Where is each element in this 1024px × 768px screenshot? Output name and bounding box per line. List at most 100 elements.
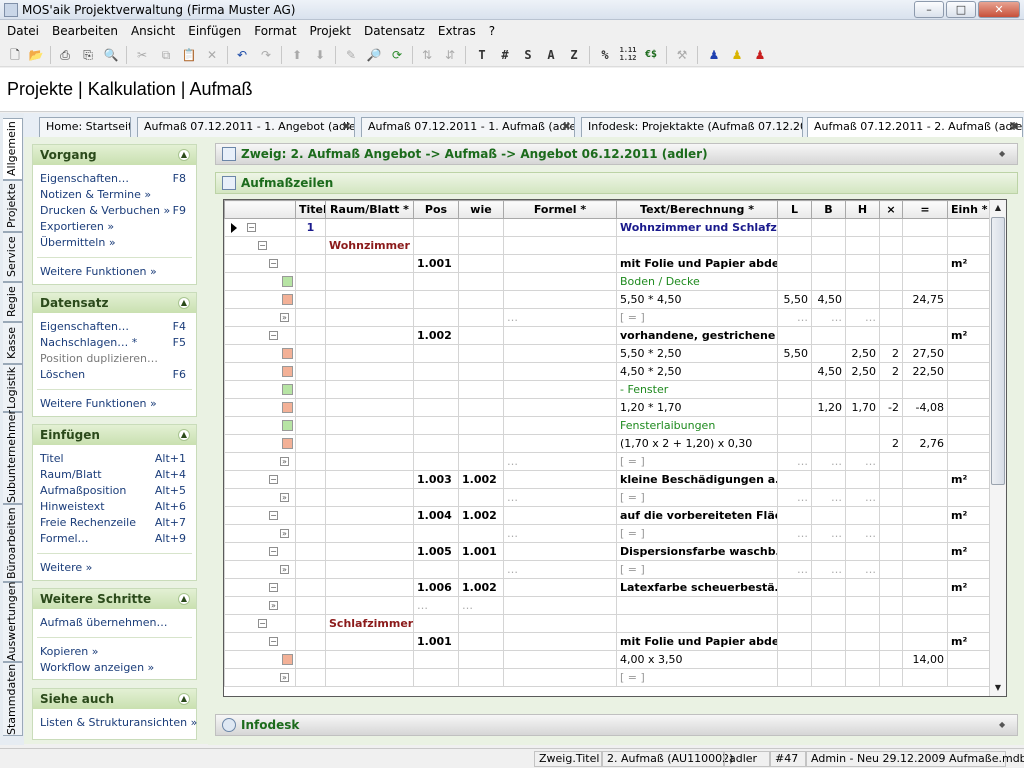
- cell-l[interactable]: [777, 218, 812, 237]
- cell-eq[interactable]: [902, 668, 948, 687]
- cell-pos[interactable]: [413, 488, 459, 507]
- sum-node-icon[interactable]: »: [280, 529, 289, 538]
- cell-h[interactable]: [845, 668, 880, 687]
- panel-header[interactable]: Siehe auch ▲: [33, 689, 196, 709]
- cell-wie[interactable]: [458, 650, 504, 669]
- cell-h[interactable]: [845, 416, 880, 435]
- cell-l[interactable]: 5,50: [777, 290, 812, 309]
- cell-wie[interactable]: [458, 560, 504, 579]
- cell-b[interactable]: [811, 470, 846, 489]
- cell-raum[interactable]: [325, 398, 414, 417]
- cell-l[interactable]: [777, 236, 812, 255]
- cell-pos[interactable]: [413, 614, 459, 633]
- tree-cell[interactable]: −: [224, 632, 296, 651]
- user-red-icon[interactable]: ♟: [751, 46, 769, 64]
- cell-b[interactable]: …: [811, 308, 846, 327]
- cell-h[interactable]: [845, 326, 880, 345]
- cell-titel[interactable]: [295, 272, 326, 291]
- menu-bearbeiten[interactable]: Bearbeiten: [45, 21, 124, 38]
- link-eigenschaften[interactable]: Eigenschaften… F8: [33, 171, 196, 187]
- cell-l[interactable]: [777, 434, 812, 453]
- cell-pos[interactable]: [413, 434, 459, 453]
- undo-icon[interactable]: ↶: [233, 46, 251, 64]
- collapse-node-icon[interactable]: −: [258, 619, 267, 628]
- cell-eq[interactable]: [902, 596, 948, 615]
- cell-formel[interactable]: [503, 398, 617, 417]
- column-header-wie[interactable]: wie: [458, 200, 504, 219]
- tab-bueroarbeiten[interactable]: Büroarbeiten: [3, 504, 23, 582]
- link-aufmass-uebernehmen[interactable]: Aufmaß übernehmen…: [33, 615, 196, 631]
- cell-x[interactable]: [879, 506, 903, 525]
- collapse-node-icon[interactable]: −: [269, 547, 278, 556]
- cell-b[interactable]: [811, 596, 846, 615]
- cell-eq[interactable]: 22,50: [902, 362, 948, 381]
- cell-h[interactable]: …: [845, 308, 880, 327]
- menu-ansicht[interactable]: Ansicht: [124, 21, 181, 38]
- cell-b[interactable]: [811, 632, 846, 651]
- menu-datensatz[interactable]: Datensatz: [357, 21, 431, 38]
- cell-titel[interactable]: 1: [295, 218, 326, 237]
- cell-einh[interactable]: [947, 596, 991, 615]
- cell-formel[interactable]: [503, 416, 617, 435]
- tree-cell[interactable]: »: [224, 560, 296, 579]
- cell-raum[interactable]: [325, 542, 414, 561]
- cell-raum[interactable]: [325, 578, 414, 597]
- cell-formel[interactable]: …: [503, 452, 617, 471]
- cell-b[interactable]: …: [811, 488, 846, 507]
- cell-einh[interactable]: [947, 218, 991, 237]
- tree-cell[interactable]: −: [224, 506, 296, 525]
- cell-formel[interactable]: …: [503, 524, 617, 543]
- cell-einh[interactable]: [947, 344, 991, 363]
- insert-title-button[interactable]: T: [473, 46, 491, 64]
- cell-einh[interactable]: [947, 416, 991, 435]
- cell-l[interactable]: [777, 470, 812, 489]
- cell-wie[interactable]: [458, 632, 504, 651]
- cell-titel[interactable]: [295, 254, 326, 273]
- link-eigenschaften[interactable]: Eigenschaften… F4: [33, 319, 196, 335]
- cell-x[interactable]: [879, 380, 903, 399]
- user-blue-icon[interactable]: ♟: [705, 46, 723, 64]
- tab-kasse[interactable]: Kasse: [3, 322, 23, 364]
- cell-wie[interactable]: [458, 452, 504, 471]
- tree-cell[interactable]: −: [224, 236, 296, 255]
- cell-l[interactable]: [777, 362, 812, 381]
- cell-text[interactable]: kleine Beschädigungen a…: [616, 470, 778, 489]
- cell-x[interactable]: [879, 272, 903, 291]
- tab-stammdaten[interactable]: Stammdaten: [3, 662, 23, 736]
- delete-icon[interactable]: ✕: [203, 46, 221, 64]
- cell-einh[interactable]: [947, 236, 991, 255]
- cell-formel[interactable]: [503, 236, 617, 255]
- tree-cell[interactable]: −: [224, 470, 296, 489]
- cell-text[interactable]: 5,50 * 2,50: [616, 344, 778, 363]
- cell-raum[interactable]: [325, 596, 414, 615]
- cell-wie[interactable]: [458, 308, 504, 327]
- cell-eq[interactable]: [902, 254, 948, 273]
- move-down-icon[interactable]: ⬇: [311, 46, 329, 64]
- cell-wie[interactable]: [458, 668, 504, 687]
- column-header[interactable]: [224, 200, 296, 219]
- cell-formel[interactable]: [503, 290, 617, 309]
- cell-einh[interactable]: [947, 668, 991, 687]
- column-header-einh[interactable]: Einh *: [947, 200, 991, 219]
- table-row[interactable]: − 1.003 1.002 kleine Beschädigungen a… m²: [224, 470, 991, 489]
- open-icon[interactable]: 📂: [27, 46, 45, 64]
- link-titel[interactable]: Titel Alt+1: [33, 451, 196, 467]
- cell-einh[interactable]: [947, 308, 991, 327]
- panel-header[interactable]: Datensatz ▲: [33, 293, 196, 313]
- link-raum-blatt[interactable]: Raum/Blatt Alt+4: [33, 467, 196, 483]
- cell-titel[interactable]: [295, 308, 326, 327]
- tree-cell[interactable]: −: [224, 542, 296, 561]
- cell-titel[interactable]: [295, 668, 326, 687]
- panel-header[interactable]: Vorgang ▲: [33, 145, 196, 165]
- tab-aufmass-2-aufmass[interactable]: Aufmaß 07.12.2011 - 2. Aufmaß (adler) ✖: [807, 117, 1023, 138]
- cell-formel[interactable]: [503, 344, 617, 363]
- cell-l[interactable]: …: [777, 488, 812, 507]
- cell-b[interactable]: …: [811, 524, 846, 543]
- collapse-node-icon[interactable]: −: [269, 511, 278, 520]
- cell-wie[interactable]: [458, 254, 504, 273]
- table-row[interactable]: − Wohnzimmer: [224, 236, 991, 255]
- cell-pos[interactable]: 1.003: [413, 470, 459, 489]
- link-hinweistext[interactable]: Hinweistext Alt+6: [33, 499, 196, 515]
- cell-b[interactable]: 4,50: [811, 362, 846, 381]
- sort-desc-icon[interactable]: ⇵: [441, 46, 459, 64]
